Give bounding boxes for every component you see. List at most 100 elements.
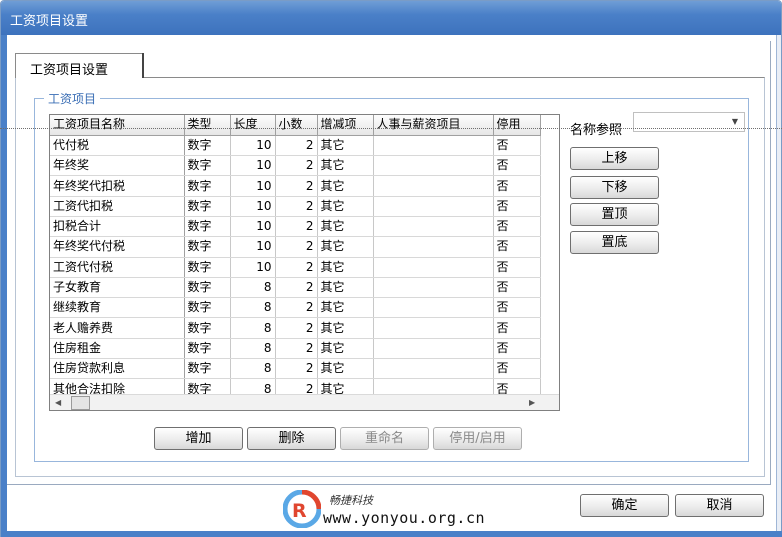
table-row[interactable]: 年终奖代扣税 数字 10 2 其它 否 <box>50 175 541 197</box>
table-cell[interactable]: 10 <box>230 175 276 197</box>
table-row[interactable]: 住房租金 数字 8 2 其它 否 <box>50 338 541 360</box>
table-row[interactable]: 代付税 数字 10 2 其它 否 <box>50 135 541 157</box>
table-cell[interactable]: 其它 <box>317 155 374 177</box>
table-cell[interactable] <box>373 155 494 177</box>
table-cell[interactable]: 数字 <box>184 155 231 177</box>
table-cell[interactable]: 2 <box>275 216 318 238</box>
column-header-inc-dec[interactable]: 增减项 <box>317 115 374 136</box>
column-header-disabled[interactable]: 停用 <box>493 115 541 136</box>
table-cell[interactable]: 其它 <box>317 317 374 339</box>
table-cell[interactable]: 10 <box>230 135 276 157</box>
chevron-down-icon[interactable]: ▼ <box>732 117 738 126</box>
table-cell[interactable]: 8 <box>230 297 276 319</box>
table-cell[interactable]: 8 <box>230 317 276 339</box>
table-cell[interactable]: 年终奖代付税 <box>50 236 185 258</box>
table-cell[interactable]: 否 <box>493 216 541 238</box>
table-cell[interactable]: 其它 <box>317 257 374 278</box>
table-cell[interactable]: 其它 <box>317 135 374 157</box>
table-cell[interactable]: 其它 <box>317 175 374 197</box>
cancel-button[interactable]: 取消 <box>675 494 764 517</box>
table-cell[interactable]: 数字 <box>184 196 231 217</box>
table-row[interactable]: 子女教育 数字 8 2 其它 否 <box>50 277 541 299</box>
table-row[interactable]: 住房贷款利息 数字 8 2 其它 否 <box>50 358 541 380</box>
table-cell[interactable]: 2 <box>275 196 318 217</box>
table-cell[interactable]: 10 <box>230 216 276 238</box>
table-cell[interactable]: 2 <box>275 155 318 177</box>
table-cell[interactable]: 其它 <box>317 236 374 258</box>
table-row[interactable]: 工资代扣税 数字 10 2 其它 否 <box>50 196 541 217</box>
table-cell[interactable]: 否 <box>493 236 541 258</box>
table-cell[interactable]: 否 <box>493 358 541 380</box>
column-header-name[interactable]: 工资项目名称 <box>50 115 185 136</box>
table-cell[interactable]: 2 <box>275 135 318 157</box>
table-cell[interactable]: 8 <box>230 358 276 380</box>
move-to-bottom-button[interactable]: 置底 <box>570 231 659 254</box>
ok-button[interactable]: 确定 <box>580 494 669 517</box>
table-cell[interactable]: 10 <box>230 196 276 217</box>
table-cell[interactable]: 数字 <box>184 216 231 238</box>
delete-button[interactable]: 删除 <box>247 427 336 450</box>
table-cell[interactable]: 数字 <box>184 277 231 299</box>
table-cell[interactable] <box>373 358 494 380</box>
table-cell[interactable]: 2 <box>275 236 318 258</box>
column-header-length[interactable]: 长度 <box>230 115 276 136</box>
table-cell[interactable]: 其它 <box>317 358 374 380</box>
table-cell[interactable]: 老人赡养费 <box>50 317 185 339</box>
column-header-decimals[interactable]: 小数 <box>275 115 318 136</box>
table-cell[interactable]: 继续教育 <box>50 297 185 319</box>
table-cell[interactable]: 2 <box>275 297 318 319</box>
table-row[interactable]: 扣税合计 数字 10 2 其它 否 <box>50 216 541 238</box>
table-cell[interactable]: 否 <box>493 257 541 278</box>
scroll-left-arrow-icon[interactable]: ◀ <box>55 398 61 407</box>
table-cell[interactable]: 数字 <box>184 175 231 197</box>
move-up-button[interactable]: 上移 <box>570 147 659 170</box>
tab-salary-item-settings[interactable]: 工资项目设置 <box>15 53 144 78</box>
table-cell[interactable]: 数字 <box>184 257 231 278</box>
table-cell[interactable]: 2 <box>275 175 318 197</box>
horizontal-scroll-thumb[interactable] <box>71 396 90 410</box>
table-cell[interactable]: 10 <box>230 155 276 177</box>
table-cell[interactable]: 8 <box>230 338 276 360</box>
table-cell[interactable]: 2 <box>275 277 318 299</box>
scroll-right-arrow-icon[interactable]: ▶ <box>529 398 535 407</box>
table-cell[interactable]: 住房贷款利息 <box>50 358 185 380</box>
table-cell[interactable]: 2 <box>275 257 318 278</box>
table-cell[interactable]: 否 <box>493 277 541 299</box>
table-cell[interactable] <box>373 135 494 157</box>
add-button[interactable]: 增加 <box>154 427 243 450</box>
table-cell[interactable]: 数字 <box>184 297 231 319</box>
table-row[interactable]: 老人赡养费 数字 8 2 其它 否 <box>50 317 541 339</box>
table-cell[interactable]: 住房租金 <box>50 338 185 360</box>
table-cell[interactable]: 其它 <box>317 338 374 360</box>
name-reference-select[interactable]: ▼ <box>633 112 745 132</box>
table-cell[interactable]: 扣税合计 <box>50 216 185 238</box>
column-header-hr-item[interactable]: 人事与薪资项目 <box>373 115 494 136</box>
table-cell[interactable] <box>373 338 494 360</box>
table-cell[interactable]: 年终奖代扣税 <box>50 175 185 197</box>
table-cell[interactable] <box>373 236 494 258</box>
disable-enable-button[interactable]: 停用/启用 <box>433 427 522 450</box>
table-cell[interactable]: 否 <box>493 338 541 360</box>
table-cell[interactable]: 数字 <box>184 135 231 157</box>
title-bar[interactable]: 工资项目设置 <box>1 1 781 35</box>
table-cell[interactable]: 否 <box>493 317 541 339</box>
table-cell[interactable]: 数字 <box>184 358 231 380</box>
table-cell[interactable] <box>373 196 494 217</box>
table-cell[interactable]: 其它 <box>317 216 374 238</box>
table-cell[interactable]: 否 <box>493 175 541 197</box>
table-cell[interactable] <box>373 297 494 319</box>
table-cell[interactable] <box>373 277 494 299</box>
table-cell[interactable]: 否 <box>493 196 541 217</box>
table-cell[interactable]: 2 <box>275 358 318 380</box>
table-cell[interactable]: 否 <box>493 135 541 157</box>
table-cell[interactable] <box>373 317 494 339</box>
move-down-button[interactable]: 下移 <box>570 176 659 199</box>
move-to-top-button[interactable]: 置顶 <box>570 203 659 226</box>
table-cell[interactable]: 其它 <box>317 277 374 299</box>
table-cell[interactable]: 8 <box>230 277 276 299</box>
table-cell[interactable]: 数字 <box>184 338 231 360</box>
table-row[interactable]: 工资代付税 数字 10 2 其它 否 <box>50 257 541 278</box>
table-row[interactable]: 年终奖代付税 数字 10 2 其它 否 <box>50 236 541 258</box>
table-cell[interactable]: 2 <box>275 338 318 360</box>
table-cell[interactable] <box>373 257 494 278</box>
